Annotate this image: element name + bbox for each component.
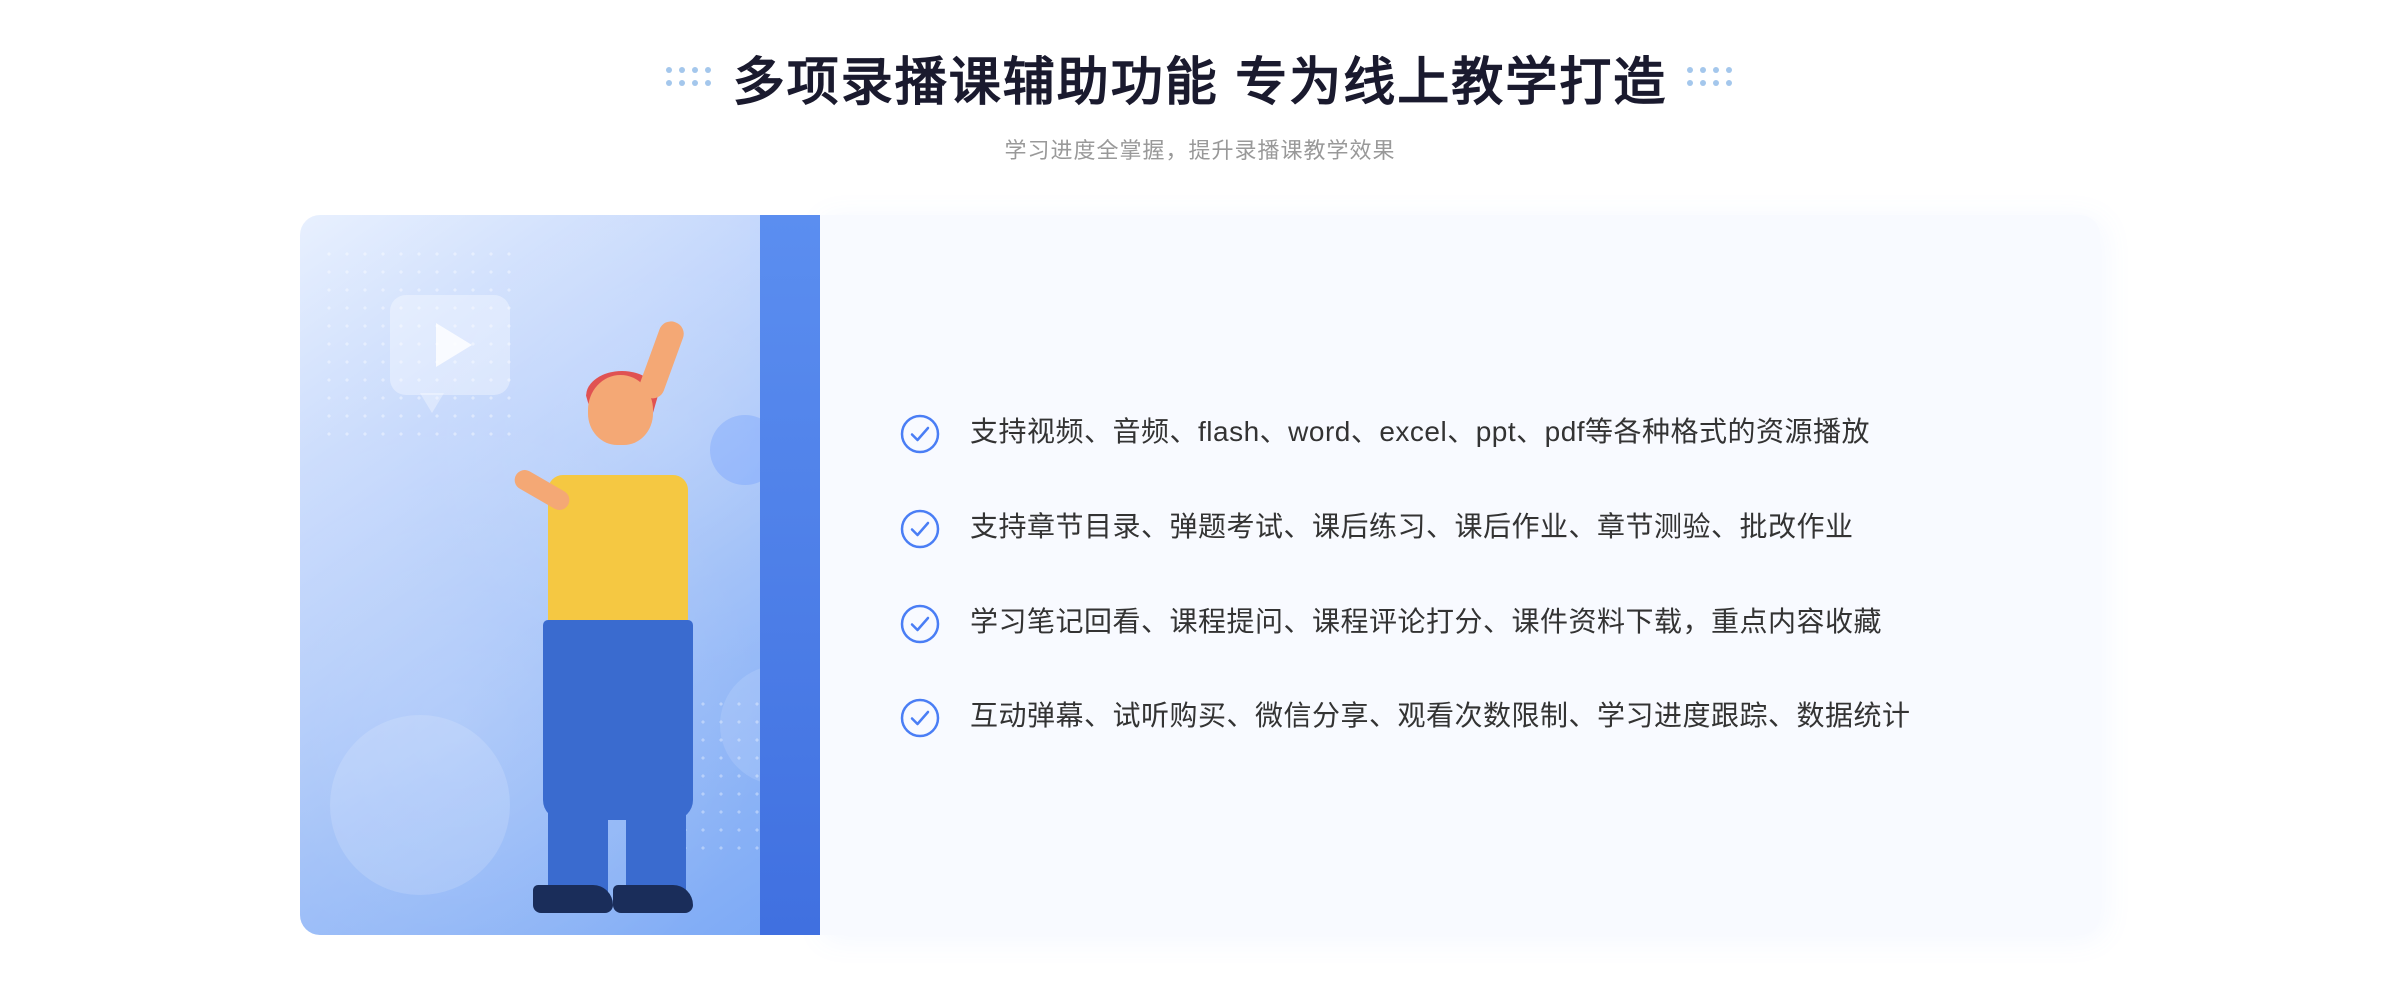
person-shoe-right: [613, 885, 693, 913]
feature-item-4: 互动弹幕、试听购买、微信分享、观看次数限制、学习进度跟踪、数据统计: [900, 694, 2020, 739]
header-section: 多项录播课辅助功能 专为线上教学打造 学习进度全掌握，提升录播课教学效果: [666, 40, 1734, 165]
blue-side-panel: [760, 215, 820, 935]
check-icon-2: [900, 509, 940, 549]
person-arm-right: [636, 318, 687, 402]
check-icon-1: [900, 414, 940, 454]
main-title: 多项录播课辅助功能 专为线上教学打造: [733, 40, 1667, 115]
decorative-dots-left: [666, 67, 713, 88]
decorative-dots-right: [1687, 67, 1734, 88]
title-row: 多项录播课辅助功能 专为线上教学打造: [666, 40, 1734, 115]
page-container: 多项录播课辅助功能 专为线上教学打造 学习进度全掌握，提升录播课教学效果 »: [0, 0, 2400, 995]
feature-text-3: 学习笔记回看、课程提问、课程评论打分、课件资料下载，重点内容收藏: [970, 600, 1882, 645]
feature-text-4: 互动弹幕、试听购买、微信分享、观看次数限制、学习进度跟踪、数据统计: [970, 694, 1911, 739]
feature-text-2: 支持章节目录、弹题考试、课后练习、课后作业、章节测验、批改作业: [970, 505, 1854, 550]
check-icon-4: [900, 698, 940, 738]
person-shoe-left: [533, 885, 613, 913]
check-icon-3: [900, 604, 940, 644]
feature-item-3: 学习笔记回看、课程提问、课程评论打分、课件资料下载，重点内容收藏: [900, 600, 2020, 645]
content-section: »: [300, 215, 2100, 935]
subtitle: 学习进度全掌握，提升录播课教学效果: [666, 133, 1734, 165]
illustration-panel: [300, 215, 820, 935]
features-panel: 支持视频、音频、flash、word、excel、ppt、pdf等各种格式的资源…: [820, 215, 2100, 935]
feature-item-2: 支持章节目录、弹题考试、课后练习、课后作业、章节测验、批改作业: [900, 505, 2020, 550]
feature-text-1: 支持视频、音频、flash、word、excel、ppt、pdf等各种格式的资源…: [970, 410, 1870, 455]
person-figure: [448, 355, 728, 935]
feature-item-1: 支持视频、音频、flash、word、excel、ppt、pdf等各种格式的资源…: [900, 410, 2020, 455]
